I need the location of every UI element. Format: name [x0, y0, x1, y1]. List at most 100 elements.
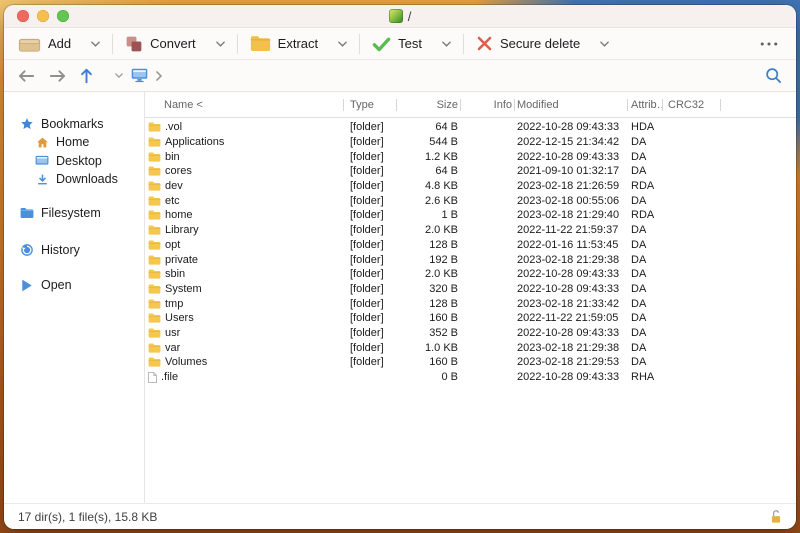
table-row[interactable]: sbin [folder] 2.0 KB 2022-10-28 09:43:33… [145, 267, 796, 282]
add-button-label: Add [48, 36, 72, 51]
file-name: home [165, 209, 193, 222]
column-header-type[interactable]: Type [344, 92, 397, 117]
table-row[interactable]: .file 0 B 2022-10-28 09:43:33 RHA [145, 370, 796, 385]
table-row[interactable]: usr [folder] 352 B 2022-10-28 09:43:33 D… [145, 326, 796, 341]
table-row[interactable]: .vol [folder] 64 B 2022-10-28 09:43:33 H… [145, 120, 796, 135]
chevron-down-icon[interactable] [600, 40, 610, 47]
add-button[interactable]: Add [16, 32, 102, 55]
file-name: .vol [165, 121, 183, 134]
file-name: bin [165, 150, 180, 163]
column-header-crc32[interactable]: CRC32 [663, 92, 721, 117]
table-row[interactable]: System [folder] 320 B 2022-10-28 09:43:3… [145, 282, 796, 297]
file-name: Library [165, 224, 199, 237]
chevron-down-icon[interactable] [215, 40, 225, 47]
secure-delete-button[interactable]: Secure delete [474, 32, 611, 55]
zoom-button[interactable] [57, 10, 69, 22]
table-row[interactable]: var [folder] 1.0 KB 2023-02-18 21:29:38 … [145, 340, 796, 355]
sidebar-item-label: Bookmarks [41, 116, 104, 131]
file-size: 1.2 KB [424, 150, 458, 163]
chevron-down-icon[interactable] [115, 73, 123, 78]
file-modified: 2022-10-28 09:43:33 [517, 326, 620, 339]
extract-button[interactable]: Extract [248, 32, 349, 55]
up-button[interactable] [80, 68, 93, 84]
table-row[interactable]: tmp [folder] 128 B 2023-02-18 21:33:42 D… [145, 296, 796, 311]
file-attrib: DA [631, 268, 647, 281]
more-button[interactable] [754, 38, 784, 50]
file-attrib: DA [631, 326, 647, 339]
file-type: [folder] [350, 268, 384, 281]
file-attrib: DA [631, 253, 647, 266]
file-modified: 2022-10-28 09:43:33 [517, 268, 620, 281]
file-name: opt [165, 238, 181, 251]
file-attrib: DA [631, 194, 647, 207]
history-icon [19, 243, 35, 257]
file-name: .file [161, 371, 179, 384]
column-header-size[interactable]: Size [397, 92, 461, 117]
file-size: 160 B [429, 312, 458, 325]
file-attrib: HDA [631, 121, 655, 134]
file-size: 192 B [429, 253, 458, 266]
file-attrib: RDA [631, 180, 655, 193]
sidebar-item-filesystem[interactable]: Filesystem [4, 204, 144, 223]
chevron-down-icon[interactable] [442, 40, 451, 47]
file-modified: 2022-11-22 21:59:37 [517, 224, 619, 237]
file-size: 1.0 KB [424, 341, 458, 354]
table-row[interactable]: Users [folder] 160 B 2022-11-22 21:59:05… [145, 311, 796, 326]
sidebar-item-bookmarks[interactable]: Bookmarks [4, 114, 144, 133]
table-row[interactable]: opt [folder] 128 B 2022-01-16 11:53:45 D… [145, 238, 796, 253]
sidebar-item-label: Downloads [56, 172, 118, 187]
sidebar-item-home[interactable]: Home [4, 133, 144, 152]
sidebar-item-label: Filesystem [41, 206, 101, 221]
file-type: [folder] [350, 150, 384, 163]
minimize-button[interactable] [37, 10, 49, 22]
convert-icon [125, 35, 143, 53]
file-size: 128 B [429, 297, 458, 310]
file-size: 320 B [429, 282, 458, 295]
table-row[interactable]: dev [folder] 4.8 KB 2023-02-18 21:26:59 … [145, 179, 796, 194]
chevron-down-icon[interactable] [338, 40, 347, 47]
column-header-info[interactable]: Info [461, 92, 515, 117]
file-attrib: DA [631, 282, 647, 295]
file-type: [folder] [350, 165, 384, 178]
table-row[interactable]: Applications [folder] 544 B 2022-12-15 2… [145, 135, 796, 150]
table-row[interactable]: bin [folder] 1.2 KB 2022-10-28 09:43:33 … [145, 149, 796, 164]
table-row[interactable]: private [folder] 192 B 2023-02-18 21:29:… [145, 252, 796, 267]
test-button[interactable]: Test [370, 33, 453, 55]
folder-icon [148, 284, 161, 294]
table-row[interactable]: Library [folder] 2.0 KB 2022-11-22 21:59… [145, 223, 796, 238]
table-row[interactable]: home [folder] 1 B 2023-02-18 21:29:40 RD… [145, 208, 796, 223]
sidebar-item-downloads[interactable]: Downloads [4, 170, 144, 189]
table-row[interactable]: etc [folder] 2.6 KB 2023-02-18 00:55:06 … [145, 193, 796, 208]
toolbar-separator [112, 33, 114, 54]
file-modified: 2023-02-18 21:26:59 [517, 180, 620, 193]
table-row[interactable]: cores [folder] 64 B 2021-09-10 01:32:17 … [145, 164, 796, 179]
back-button[interactable] [18, 69, 35, 83]
file-type: [folder] [350, 209, 384, 222]
sidebar-item-history[interactable]: History [4, 241, 144, 260]
forward-button[interactable] [49, 69, 66, 83]
chevron-down-icon[interactable] [91, 40, 100, 47]
home-icon [34, 136, 50, 149]
file-type: [folder] [350, 326, 384, 339]
column-header-name[interactable]: Name < [145, 92, 344, 117]
computer-icon[interactable] [131, 68, 148, 83]
column-header-modified[interactable]: Modified [515, 92, 628, 117]
search-button[interactable] [765, 67, 782, 84]
archive-box-icon [18, 35, 41, 52]
column-header-attrib[interactable]: Attrib… [628, 92, 663, 117]
file-modified: 2022-10-28 09:43:33 [517, 282, 620, 295]
app-window: / Add Convert Extract Test Secure delete… [4, 5, 796, 529]
close-button[interactable] [17, 10, 29, 22]
file-attrib: DA [631, 150, 647, 163]
file-modified: 2022-10-28 09:43:33 [517, 150, 620, 163]
file-type: [folder] [350, 194, 384, 207]
table-row[interactable]: Volumes [folder] 160 B 2023-02-18 21:29:… [145, 355, 796, 370]
convert-button[interactable]: Convert [123, 32, 227, 56]
file-name: var [165, 341, 181, 354]
window-title: / [407, 8, 412, 24]
unlocked-icon[interactable] [770, 509, 782, 524]
main-content: Bookmarks Home Desktop Downloads Filesys… [4, 92, 796, 503]
sidebar-item-open[interactable]: Open [4, 276, 144, 295]
folder-icon [148, 122, 161, 132]
sidebar-item-desktop[interactable]: Desktop [4, 152, 144, 171]
